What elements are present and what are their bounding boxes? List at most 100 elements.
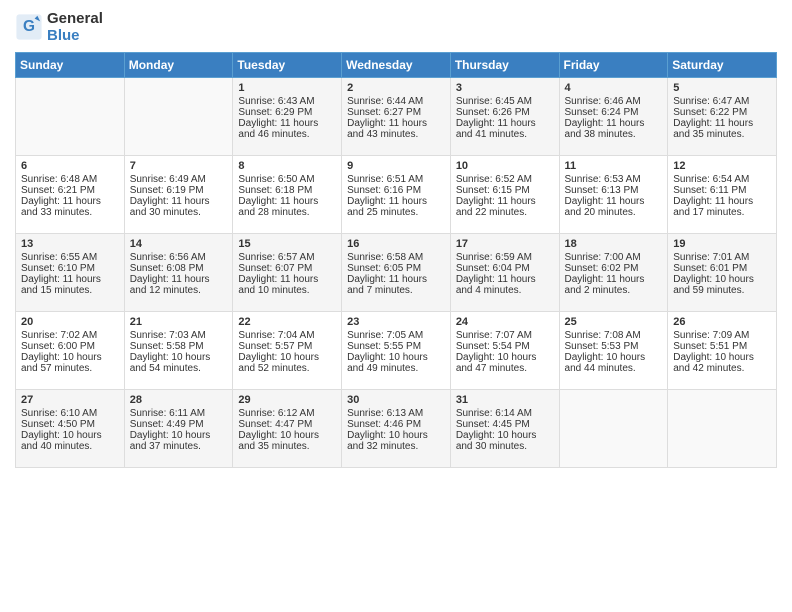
day-cell: 8Sunrise: 6:50 AMSunset: 6:18 PMDaylight… [233,156,342,234]
daylight-text: Daylight: 11 hours and 20 minutes. [565,196,663,218]
daylight-text: Daylight: 11 hours and 17 minutes. [673,196,771,218]
daylight-text: Daylight: 10 hours and 52 minutes. [238,352,336,374]
day-cell: 11Sunrise: 6:53 AMSunset: 6:13 PMDayligh… [559,156,668,234]
day-number: 19 [673,238,771,250]
sunrise-text: Sunrise: 7:02 AM [21,330,119,341]
daylight-text: Daylight: 10 hours and 35 minutes. [238,430,336,452]
daylight-text: Daylight: 11 hours and 46 minutes. [238,118,336,140]
sunrise-text: Sunrise: 6:56 AM [130,252,228,263]
sunrise-text: Sunrise: 6:43 AM [238,96,336,107]
week-row-4: 20Sunrise: 7:02 AMSunset: 6:00 PMDayligh… [16,312,777,390]
day-cell: 27 Sunrise: 6:10 AMSunset: 4:50 PMDayligh… [16,390,125,468]
daylight-text: Daylight: 11 hours and 35 minutes. [673,118,771,140]
sunset-text: Sunset: 6:02 PM [565,263,663,274]
day-cell: 19Sunrise: 7:01 AMSunset: 6:01 PMDayligh… [668,234,777,312]
daylight-text: Daylight: 10 hours and 40 minutes. [21,430,119,452]
sunset-text: Sunset: 6:29 PM [238,107,336,118]
sunrise-text: Sunrise: 7:08 AM [565,330,663,341]
sunrise-text: Sunrise: 6:57 AM [238,252,336,263]
daylight-text: Daylight: 10 hours and 42 minutes. [673,352,771,374]
sunset-text: Sunset: 6:22 PM [673,107,771,118]
daylight-text: Daylight: 11 hours and 7 minutes. [347,274,445,296]
daylight-text: Daylight: 10 hours and 30 minutes. [456,430,554,452]
daylight-text: Daylight: 11 hours and 28 minutes. [238,196,336,218]
daylight-text: Daylight: 11 hours and 2 minutes. [565,274,663,296]
day-number: 16 [347,238,445,250]
day-cell [16,78,125,156]
day-number: 30 [347,394,445,406]
sunrise-text: Sunrise: 6:51 AM [347,174,445,185]
sunset-text: Sunset: 5:57 PM [238,341,336,352]
sunset-text: Sunset: 6:07 PM [238,263,336,274]
sunrise-text: Sunrise: 6:59 AM [456,252,554,263]
sunset-text: Sunset: 6:01 PM [673,263,771,274]
sunset-text: Sunset: 5:51 PM [673,341,771,352]
day-header-tuesday: Tuesday [233,53,342,78]
day-cell: 6Sunrise: 6:48 AMSunset: 6:21 PMDaylight… [16,156,125,234]
sunrise-text: Sunrise: 6:46 AM [565,96,663,107]
sunset-text: Sunset: 6:00 PM [21,341,119,352]
sunrise-text: Sunrise: 6:10 AM [21,408,119,419]
day-cell [668,390,777,468]
day-cell: 20Sunrise: 7:02 AMSunset: 6:00 PMDayligh… [16,312,125,390]
day-number: 23 [347,316,445,328]
day-number: 14 [130,238,228,250]
sunset-text: Sunset: 6:15 PM [456,185,554,196]
logo-text: General Blue [47,10,103,44]
sunrise-text: Sunrise: 7:03 AM [130,330,228,341]
day-header-friday: Friday [559,53,668,78]
week-row-2: 6Sunrise: 6:48 AMSunset: 6:21 PMDaylight… [16,156,777,234]
day-header-wednesday: Wednesday [342,53,451,78]
daylight-text: Daylight: 11 hours and 30 minutes. [130,196,228,218]
day-number: 5 [673,82,771,94]
sunset-text: Sunset: 6:05 PM [347,263,445,274]
daylight-text: Daylight: 10 hours and 49 minutes. [347,352,445,374]
day-number: 2 [347,82,445,94]
daylight-text: Daylight: 11 hours and 22 minutes. [456,196,554,218]
day-number: 28 [130,394,228,406]
sunrise-text: Sunrise: 7:05 AM [347,330,445,341]
day-cell: 21Sunrise: 7:03 AMSunset: 5:58 PMDayligh… [124,312,233,390]
daylight-text: Daylight: 11 hours and 43 minutes. [347,118,445,140]
sunset-text: Sunset: 6:13 PM [565,185,663,196]
sunrise-text: Sunrise: 6:58 AM [347,252,445,263]
day-number: 8 [238,160,336,172]
sunrise-text: Sunrise: 6:12 AM [238,408,336,419]
sunset-text: Sunset: 4:46 PM [347,419,445,430]
day-number: 27 [21,394,119,406]
week-row-1: 1Sunrise: 6:43 AMSunset: 6:29 PMDaylight… [16,78,777,156]
day-header-saturday: Saturday [668,53,777,78]
day-cell: 7Sunrise: 6:49 AMSunset: 6:19 PMDaylight… [124,156,233,234]
sunrise-text: Sunrise: 7:07 AM [456,330,554,341]
daylight-text: Daylight: 11 hours and 25 minutes. [347,196,445,218]
sunset-text: Sunset: 6:18 PM [238,185,336,196]
day-cell: 16 Sunrise: 6:58 AMSunset: 6:05 PMDayligh… [342,234,451,312]
day-cell: 25Sunrise: 7:08 AMSunset: 5:53 PMDayligh… [559,312,668,390]
day-cell: 3Sunrise: 6:45 AMSunset: 6:26 PMDaylight… [450,78,559,156]
day-number: 10 [456,160,554,172]
daylight-text: Daylight: 10 hours and 37 minutes. [130,430,228,452]
day-cell: 10Sunrise: 6:52 AMSunset: 6:15 PMDayligh… [450,156,559,234]
sunset-text: Sunset: 6:04 PM [456,263,554,274]
day-number: 26 [673,316,771,328]
sunrise-text: Sunrise: 6:53 AM [565,174,663,185]
day-number: 18 [565,238,663,250]
sunset-text: Sunset: 5:55 PM [347,341,445,352]
day-cell: 12Sunrise: 6:54 AMSunset: 6:11 PMDayligh… [668,156,777,234]
sunset-text: Sunset: 4:50 PM [21,419,119,430]
sunrise-text: Sunrise: 6:45 AM [456,96,554,107]
day-number: 12 [673,160,771,172]
day-number: 1 [238,82,336,94]
sunrise-text: Sunrise: 7:09 AM [673,330,771,341]
day-number: 9 [347,160,445,172]
day-number: 15 [238,238,336,250]
day-cell: 31Sunrise: 6:14 AMSunset: 4:45 PMDayligh… [450,390,559,468]
week-row-3: 13Sunrise: 6:55 AMSunset: 6:10 PMDayligh… [16,234,777,312]
day-number: 29 [238,394,336,406]
day-cell: 9Sunrise: 6:51 AMSunset: 6:16 PMDaylight… [342,156,451,234]
sunrise-text: Sunrise: 7:04 AM [238,330,336,341]
day-cell: 29Sunrise: 6:12 AMSunset: 4:47 PMDayligh… [233,390,342,468]
day-header-thursday: Thursday [450,53,559,78]
daylight-text: Daylight: 11 hours and 38 minutes. [565,118,663,140]
sunset-text: Sunset: 6:10 PM [21,263,119,274]
